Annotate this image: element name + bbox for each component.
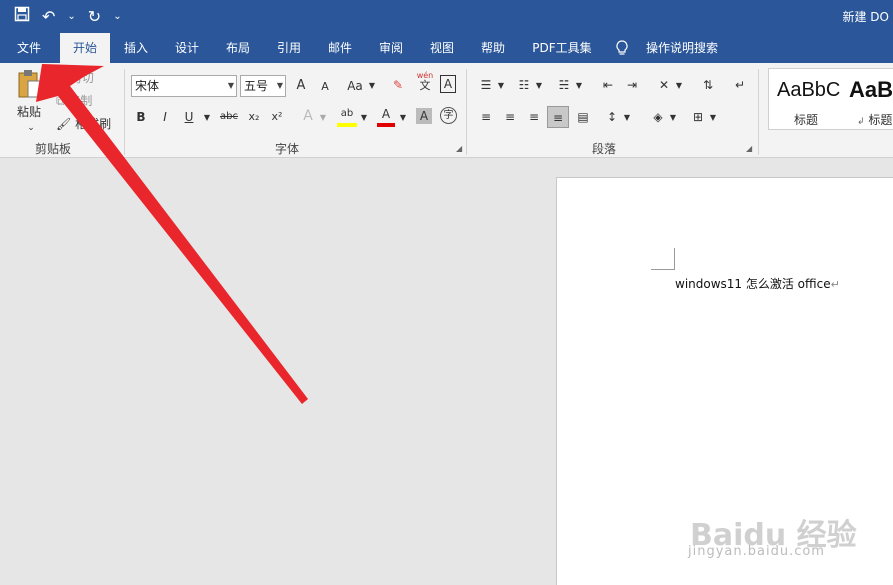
character-shading-button[interactable]: A: [416, 108, 432, 124]
group-divider: [124, 69, 125, 155]
group-divider: [466, 69, 467, 155]
tab-review[interactable]: 审阅: [369, 33, 413, 63]
customize-icon[interactable]: ⌄: [113, 7, 121, 27]
tab-help[interactable]: 帮助: [471, 33, 515, 63]
document-title: 新建 DO: [842, 10, 889, 24]
character-border-button[interactable]: A: [440, 75, 456, 93]
tab-references[interactable]: 引用: [267, 33, 311, 63]
undo-dropdown-icon[interactable]: ⌄: [67, 7, 75, 27]
paste-dropdown-icon[interactable]: ⌄: [24, 119, 38, 137]
watermark-url: jingyan.baidu.com: [688, 544, 825, 559]
font-color-button[interactable]: A: [377, 105, 395, 127]
chevron-down-icon[interactable]: ▼: [674, 77, 684, 95]
quick-access-toolbar: ↶ ⌄ ↻ ⌄: [14, 6, 122, 27]
text-effects-button[interactable]: A: [300, 107, 316, 125]
tab-design[interactable]: 设计: [165, 33, 209, 63]
tab-home[interactable]: 开始: [60, 33, 110, 63]
chevron-down-icon[interactable]: ▼: [622, 109, 632, 127]
ribbon: 粘贴 ⌄ ✂ 剪切 ⧉ 复制 🖌 格式刷 剪贴板 ◢ 宋体 ▼ 五号 ▼ A A A…: [0, 63, 893, 158]
subscript-button[interactable]: x₂: [245, 108, 263, 126]
chevron-down-icon[interactable]: ▼: [708, 109, 718, 127]
document-text[interactable]: windows11 怎么激活 office↵: [675, 275, 840, 292]
chevron-down-icon[interactable]: ▼: [534, 77, 544, 95]
redo-icon[interactable]: ↻: [88, 7, 101, 27]
copy-button[interactable]: ⧉ 复制: [56, 92, 116, 110]
strikethrough-button[interactable]: abc: [218, 108, 240, 126]
font-size-select[interactable]: 五号 ▼: [240, 75, 286, 97]
chevron-down-icon: ▼: [227, 81, 234, 90]
lightbulb-icon: [614, 33, 630, 63]
font-group-label: 字体: [275, 142, 300, 156]
chevron-down-icon: ▼: [276, 81, 283, 90]
format-painter-button[interactable]: 🖌 格式刷: [56, 115, 116, 133]
tab-pdf-tools[interactable]: PDF工具集: [524, 33, 600, 63]
shrink-font-button[interactable]: A: [318, 78, 332, 96]
font-launcher-icon[interactable]: ◢: [456, 144, 462, 153]
clipboard-launcher-icon[interactable]: ◢: [106, 144, 112, 153]
enclose-characters-button[interactable]: 字: [440, 107, 457, 124]
save-icon[interactable]: [14, 6, 30, 27]
change-case-button[interactable]: Aa: [344, 77, 366, 95]
increase-indent-icon[interactable]: ⇥: [622, 76, 642, 94]
highlight-button[interactable]: ab: [337, 105, 357, 127]
ribbon-tabs: 文件 开始 插入 设计 布局 引用 邮件 审阅 视图 帮助 PDF工具集 操作说…: [0, 33, 893, 63]
multilevel-list-icon[interactable]: ☵: [554, 76, 574, 94]
margin-corner-mark: [651, 248, 675, 270]
chevron-down-icon[interactable]: ▼: [367, 77, 377, 95]
bullets-icon[interactable]: ☰: [476, 76, 496, 94]
underline-button[interactable]: U: [182, 108, 196, 126]
chevron-down-icon[interactable]: ▼: [398, 109, 408, 127]
clipboard-group-label: 剪贴板: [35, 142, 72, 156]
align-left-icon[interactable]: ≡: [476, 108, 496, 126]
decrease-indent-icon[interactable]: ⇤: [598, 76, 618, 94]
borders-icon[interactable]: ⊞: [688, 108, 708, 126]
chevron-down-icon[interactable]: ▼: [359, 109, 369, 127]
chevron-down-icon[interactable]: ▼: [202, 109, 212, 127]
phonetic-guide-button[interactable]: wén 文: [414, 71, 436, 92]
paragraph-mark-icon: ↵: [830, 278, 840, 291]
chevron-down-icon[interactable]: ▼: [668, 109, 678, 127]
paste-icon[interactable]: [14, 69, 46, 101]
bold-button[interactable]: B: [134, 108, 148, 126]
align-right-icon[interactable]: ≡: [524, 108, 544, 126]
paragraph-launcher-icon[interactable]: ◢: [746, 144, 752, 153]
style-sample-normal[interactable]: AaBbC: [777, 79, 840, 102]
clear-formatting-icon[interactable]: ✎: [388, 76, 408, 94]
font-name-select[interactable]: 宋体 ▼: [131, 75, 237, 97]
style-name-heading: ↲ 标题: [857, 113, 893, 127]
styles-gallery: AaBbC 标题 AaB ↲ 标题: [768, 68, 893, 130]
shading-icon[interactable]: ◈: [648, 108, 668, 126]
tab-mailings[interactable]: 邮件: [318, 33, 362, 63]
style-name-normal: 标题: [794, 113, 819, 127]
chevron-down-icon[interactable]: ▼: [574, 77, 584, 95]
group-divider: [758, 69, 759, 155]
distributed-icon[interactable]: ▤: [573, 108, 593, 126]
tab-layout[interactable]: 布局: [216, 33, 260, 63]
chevron-down-icon[interactable]: ▼: [496, 77, 506, 95]
paragraph-group-label: 段落: [592, 142, 617, 156]
tell-me-search[interactable]: 操作说明搜索: [640, 33, 724, 63]
superscript-button[interactable]: x²: [268, 108, 286, 126]
asian-layout-icon[interactable]: ✕: [654, 76, 674, 94]
show-formatting-marks-icon[interactable]: ↵: [730, 76, 750, 94]
sort-icon[interactable]: ⇅: [698, 76, 718, 94]
align-center-icon[interactable]: ≡: [500, 108, 520, 126]
line-spacing-icon[interactable]: ↕: [602, 108, 622, 126]
cut-button[interactable]: ✂ 剪切: [56, 69, 116, 87]
italic-button[interactable]: I: [158, 108, 172, 126]
tab-file[interactable]: 文件: [6, 33, 52, 63]
undo-icon[interactable]: ↶: [42, 7, 55, 27]
numbering-icon[interactable]: ☷: [514, 76, 534, 94]
title-bar: ↶ ⌄ ↻ ⌄ 新建 DO: [0, 0, 893, 33]
tab-insert[interactable]: 插入: [114, 33, 158, 63]
justify-icon[interactable]: ≡: [547, 106, 569, 128]
baidu-watermark: Baidu 经验 jingyan.baidu.com: [688, 500, 857, 580]
chevron-down-icon[interactable]: ▼: [318, 109, 328, 127]
style-sample-heading[interactable]: AaB: [849, 77, 893, 103]
grow-font-button[interactable]: A: [294, 77, 308, 95]
tab-view[interactable]: 视图: [420, 33, 464, 63]
